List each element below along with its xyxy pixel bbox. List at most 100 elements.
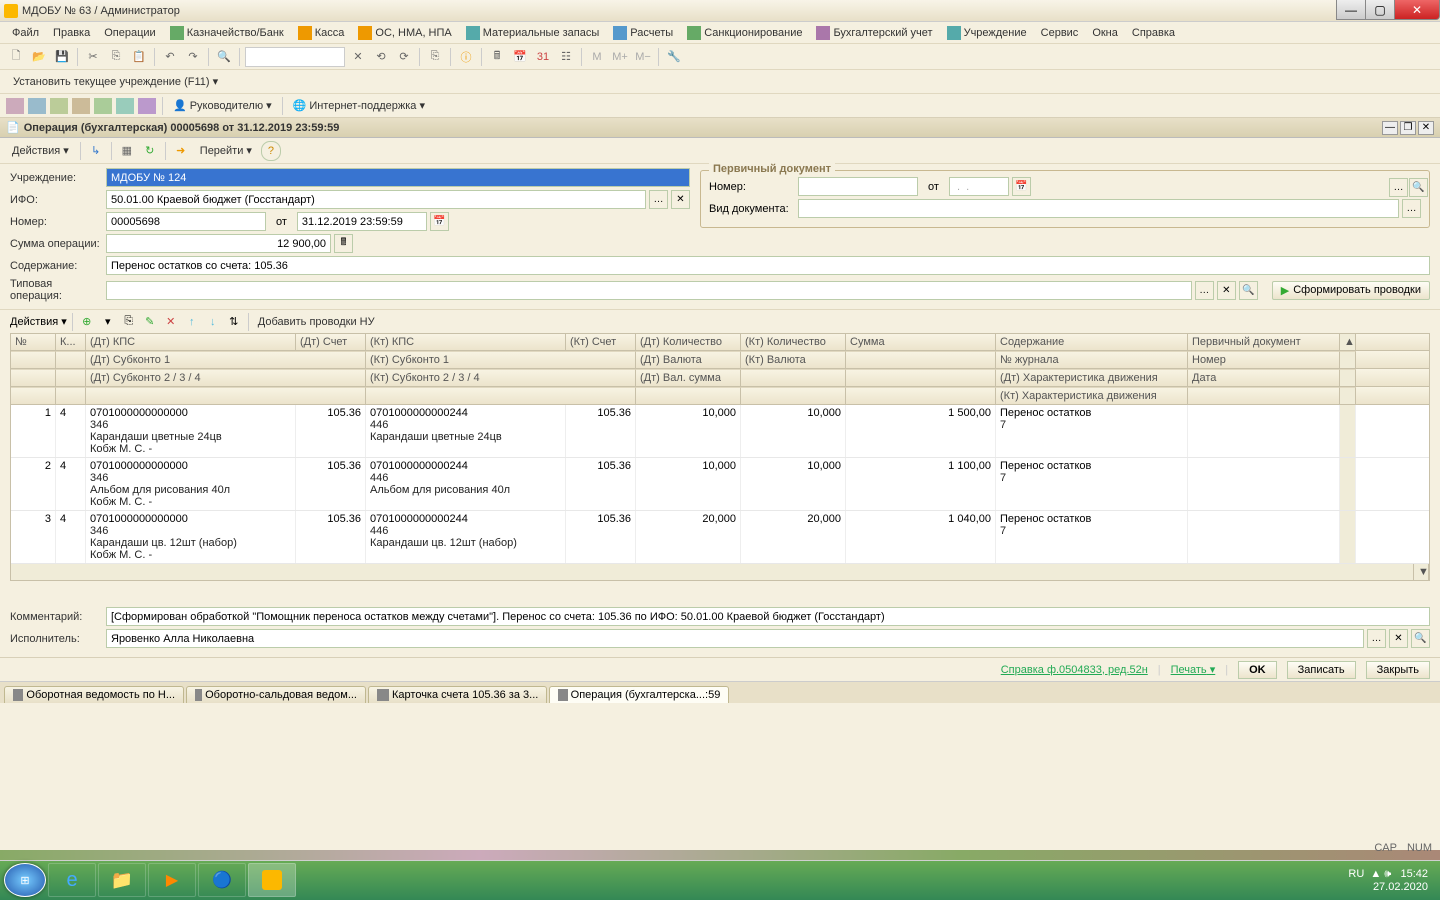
t3-icon4[interactable] <box>72 98 90 114</box>
doc-restore[interactable]: ❐ <box>1400 121 1416 135</box>
menu-kassa[interactable]: Касса <box>292 24 351 42</box>
sum-calc-btn[interactable]: 🖩 <box>334 234 353 253</box>
doc-table-icon[interactable]: ▦ <box>117 141 137 161</box>
date-cal-btn[interactable]: 📅 <box>430 212 449 231</box>
doc-help-icon[interactable]: ? <box>261 141 281 161</box>
col-dt-schet[interactable]: (Дт) Счет <box>296 334 366 350</box>
t3-icon6[interactable] <box>116 98 134 114</box>
scroll-up-icon[interactable]: ▲ <box>1340 334 1356 350</box>
redo-icon[interactable]: ↷ <box>183 47 203 67</box>
tree-icon[interactable]: ☷ <box>556 47 576 67</box>
exec-clear-btn[interactable]: ✕ <box>1389 629 1408 648</box>
comment-input[interactable] <box>106 607 1430 626</box>
content-input[interactable] <box>106 256 1430 275</box>
date-icon[interactable]: 31 <box>533 47 553 67</box>
start-button[interactable]: ⊞ <box>4 863 46 897</box>
table-row[interactable]: 3 4 0701000000000000346Карандаши цв. 12ш… <box>11 511 1429 564</box>
grid-actions-btn[interactable]: Действия ▾ <box>10 315 67 328</box>
col-kt-qty[interactable]: (Кт) Количество <box>741 334 846 350</box>
tab-turnover[interactable]: Оборотная ведомость по Н... <box>4 686 184 703</box>
t3-icon1[interactable] <box>6 98 24 114</box>
tab-card[interactable]: Карточка счета 105.36 за 3... <box>368 686 547 703</box>
maximize-button[interactable]: ▢ <box>1365 0 1395 20</box>
menu-materials[interactable]: Материальные запасы <box>460 24 606 42</box>
type-lookup-btn[interactable]: 🔍 <box>1239 281 1258 300</box>
ifo-select-btn[interactable]: … <box>649 190 668 209</box>
minimize-button[interactable]: — <box>1336 0 1366 20</box>
manager-link[interactable]: 👤Руководителю ▾ <box>169 97 276 114</box>
taskbar-chrome[interactable]: 🔵 <box>198 863 246 897</box>
num-input[interactable] <box>106 212 266 231</box>
cut-icon[interactable]: ✂ <box>83 47 103 67</box>
type-sel-btn[interactable]: … <box>1195 281 1214 300</box>
tab-balance[interactable]: Оборотно-сальдовая ведом... <box>186 686 366 703</box>
toolbar-combo[interactable] <box>245 47 345 67</box>
set-current-org[interactable]: Установить текущее учреждение (F11) ▾ <box>6 73 222 90</box>
pd-num-input[interactable] <box>798 177 918 196</box>
taskbar-media[interactable]: ▶ <box>148 863 196 897</box>
col-dt-qty[interactable]: (Дт) Количество <box>636 334 741 350</box>
ifo-clear-btn[interactable]: ✕ <box>671 190 690 209</box>
paste-icon[interactable]: 📋 <box>129 47 149 67</box>
pd-cal-btn[interactable]: 📅 <box>1012 177 1031 196</box>
add-row-icon[interactable]: ⊕ <box>78 313 96 331</box>
type-input[interactable] <box>106 281 1192 300</box>
add-nu-link[interactable]: Добавить проводки НУ <box>254 314 379 330</box>
menu-file[interactable]: Файл <box>6 25 45 41</box>
date-input[interactable] <box>297 212 427 231</box>
col-dt-kps[interactable]: (Дт) КПС <box>86 334 296 350</box>
exec-sel-btn[interactable]: … <box>1367 629 1386 648</box>
menu-calc[interactable]: Расчеты <box>607 24 679 42</box>
menu-org[interactable]: Учреждение <box>941 24 1033 42</box>
close-button[interactable]: ✕ <box>1394 0 1440 20</box>
sum-input[interactable] <box>106 234 331 253</box>
org-input[interactable] <box>106 168 690 187</box>
col-sod[interactable]: Содержание <box>996 334 1188 350</box>
generate-entries-btn[interactable]: ▶Сформировать проводки <box>1272 281 1430 300</box>
doc-go-icon[interactable]: ➜ <box>171 141 191 161</box>
m-icon[interactable]: M <box>587 47 607 67</box>
t3-icon7[interactable] <box>138 98 156 114</box>
ok-button[interactable]: OK <box>1238 661 1277 679</box>
clear-icon[interactable]: ✕ <box>348 47 368 67</box>
tab-operation[interactable]: Операция (бухгалтерска...:59 <box>549 686 729 703</box>
doc-nav-icon[interactable]: ↳ <box>86 141 106 161</box>
sort-icon[interactable]: ⇅ <box>225 313 243 331</box>
table-row[interactable]: 2 4 0701000000000000346Альбом для рисова… <box>11 458 1429 511</box>
footer-help-link[interactable]: Справка ф.0504833, ред.52н <box>1001 664 1148 676</box>
print-link[interactable]: Печать ▾ <box>1171 663 1216 676</box>
mminus-icon[interactable]: M− <box>633 47 653 67</box>
mplus-icon[interactable]: M+ <box>610 47 630 67</box>
nav-fwd-icon[interactable]: ⟳ <box>394 47 414 67</box>
menu-buch[interactable]: Бухгалтерский учет <box>810 24 938 42</box>
search-icon[interactable]: 🔍 <box>214 47 234 67</box>
add-down-icon[interactable]: ▾ <box>99 313 117 331</box>
close-doc-button[interactable]: Закрыть <box>1366 661 1430 679</box>
calc-icon[interactable]: 🖩 <box>487 47 507 67</box>
copy-row-icon[interactable]: ⎘ <box>120 313 138 331</box>
menu-operations[interactable]: Операции <box>98 25 161 41</box>
scroll-down-icon[interactable]: ▼ <box>1413 564 1429 580</box>
new-icon[interactable]: 🗋 <box>6 47 26 67</box>
col-sum[interactable]: Сумма <box>846 334 996 350</box>
col-kt-schet[interactable]: (Кт) Счет <box>566 334 636 350</box>
doc-refresh-icon[interactable]: ↻ <box>140 141 160 161</box>
t3-icon2[interactable] <box>28 98 46 114</box>
doc-actions-btn[interactable]: Действия ▾ <box>6 142 75 159</box>
info-icon[interactable]: ⓘ <box>456 47 476 67</box>
move-up-icon[interactable]: ↑ <box>183 313 201 331</box>
menu-edit[interactable]: Правка <box>47 25 96 41</box>
copy2-icon[interactable]: ⎘ <box>425 47 445 67</box>
nav-back-icon[interactable]: ⟲ <box>371 47 391 67</box>
open-icon[interactable]: 📂 <box>29 47 49 67</box>
undo-icon[interactable]: ↶ <box>160 47 180 67</box>
menu-help[interactable]: Справка <box>1126 25 1181 41</box>
taskbar-1c[interactable] <box>248 863 296 897</box>
menu-service[interactable]: Сервис <box>1035 25 1085 41</box>
support-link[interactable]: 🌐Интернет-поддержка ▾ <box>289 97 429 114</box>
col-n[interactable]: № <box>11 334 56 350</box>
menu-treasury[interactable]: Казначейство/Банк <box>164 24 290 42</box>
t3-icon3[interactable] <box>50 98 68 114</box>
save-button[interactable]: Записать <box>1287 661 1356 679</box>
system-tray[interactable]: RU ▲ 🕪 15:42 27.02.2020 <box>1348 868 1436 893</box>
